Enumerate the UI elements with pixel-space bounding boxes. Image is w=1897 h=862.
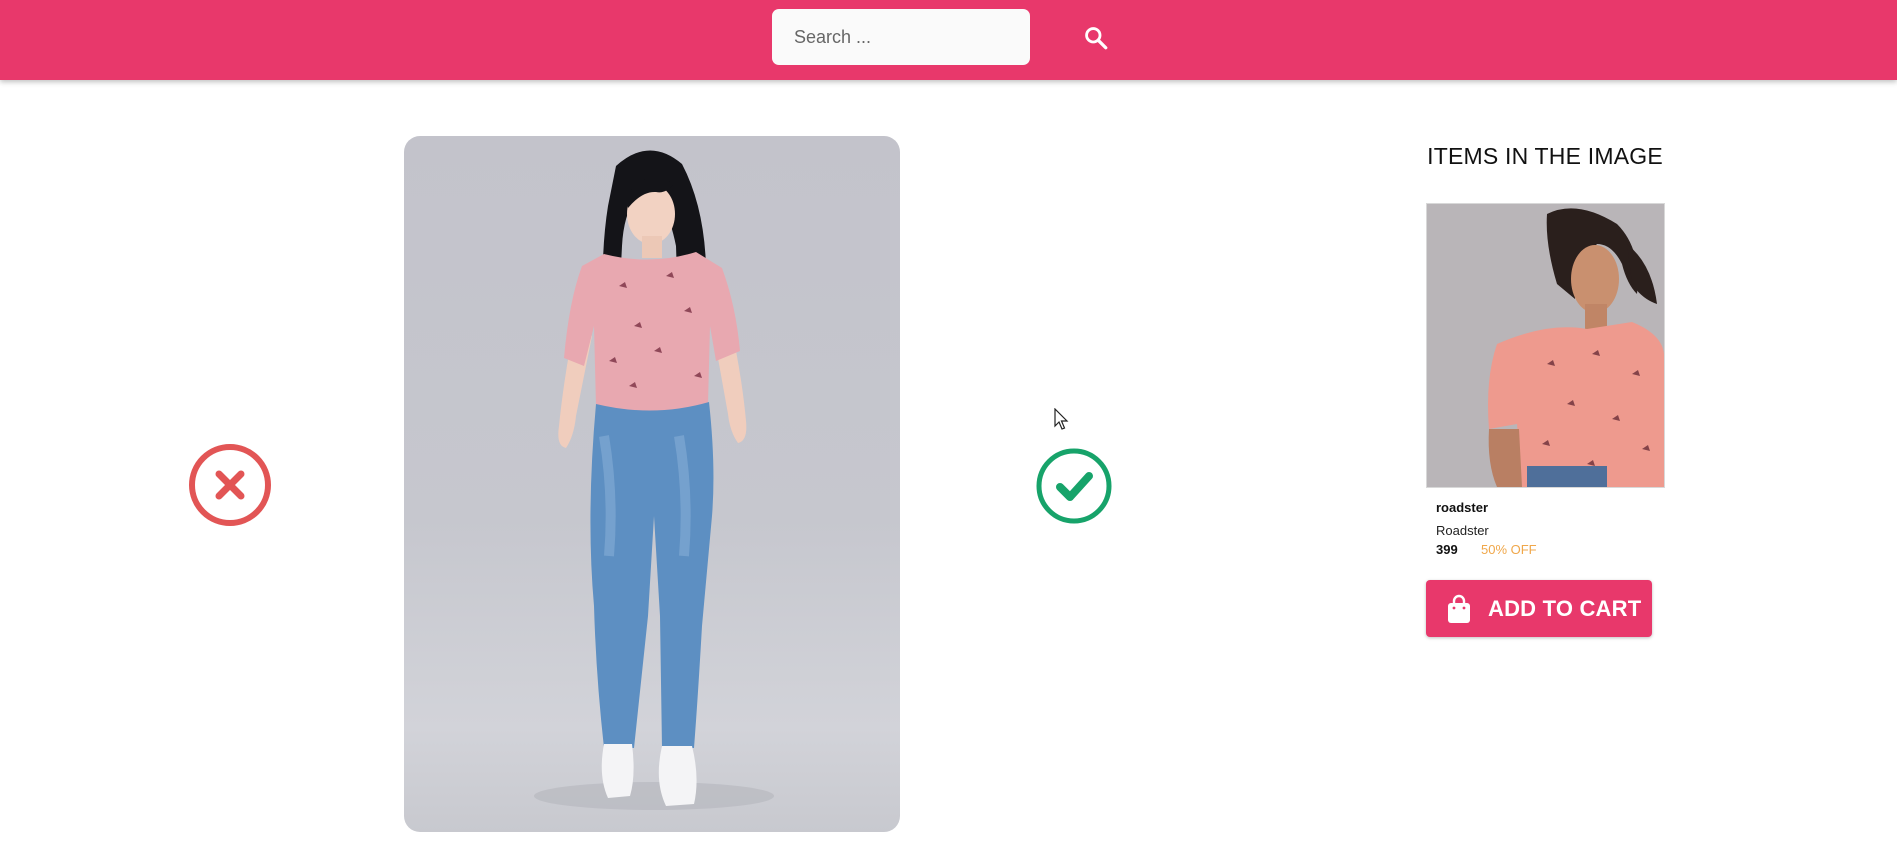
product-image[interactable] [1426,203,1665,488]
product-name: Roadster [1436,523,1489,538]
close-circle-icon [189,444,271,526]
check-circle-icon [1036,448,1112,524]
items-panel-title: ITEMS IN THE IMAGE [1427,143,1663,169]
top-bar [0,0,1897,80]
add-to-cart-button[interactable]: ADD TO CART [1426,580,1652,637]
discount-badge: 50% OFF [1481,542,1537,557]
search-button[interactable] [1078,20,1114,56]
reject-button[interactable] [188,443,272,527]
search-icon [1085,27,1108,50]
outfit-photo [404,136,900,832]
search-input[interactable] [772,9,1030,65]
add-to-cart-label: ADD TO CART [1488,595,1642,621]
accept-button[interactable] [1035,447,1113,525]
product-price: 399 [1436,542,1458,557]
product-brand: roadster [1436,500,1489,515]
shopping-bag-icon [1448,594,1470,623]
mouse-cursor-icon [1054,408,1069,430]
